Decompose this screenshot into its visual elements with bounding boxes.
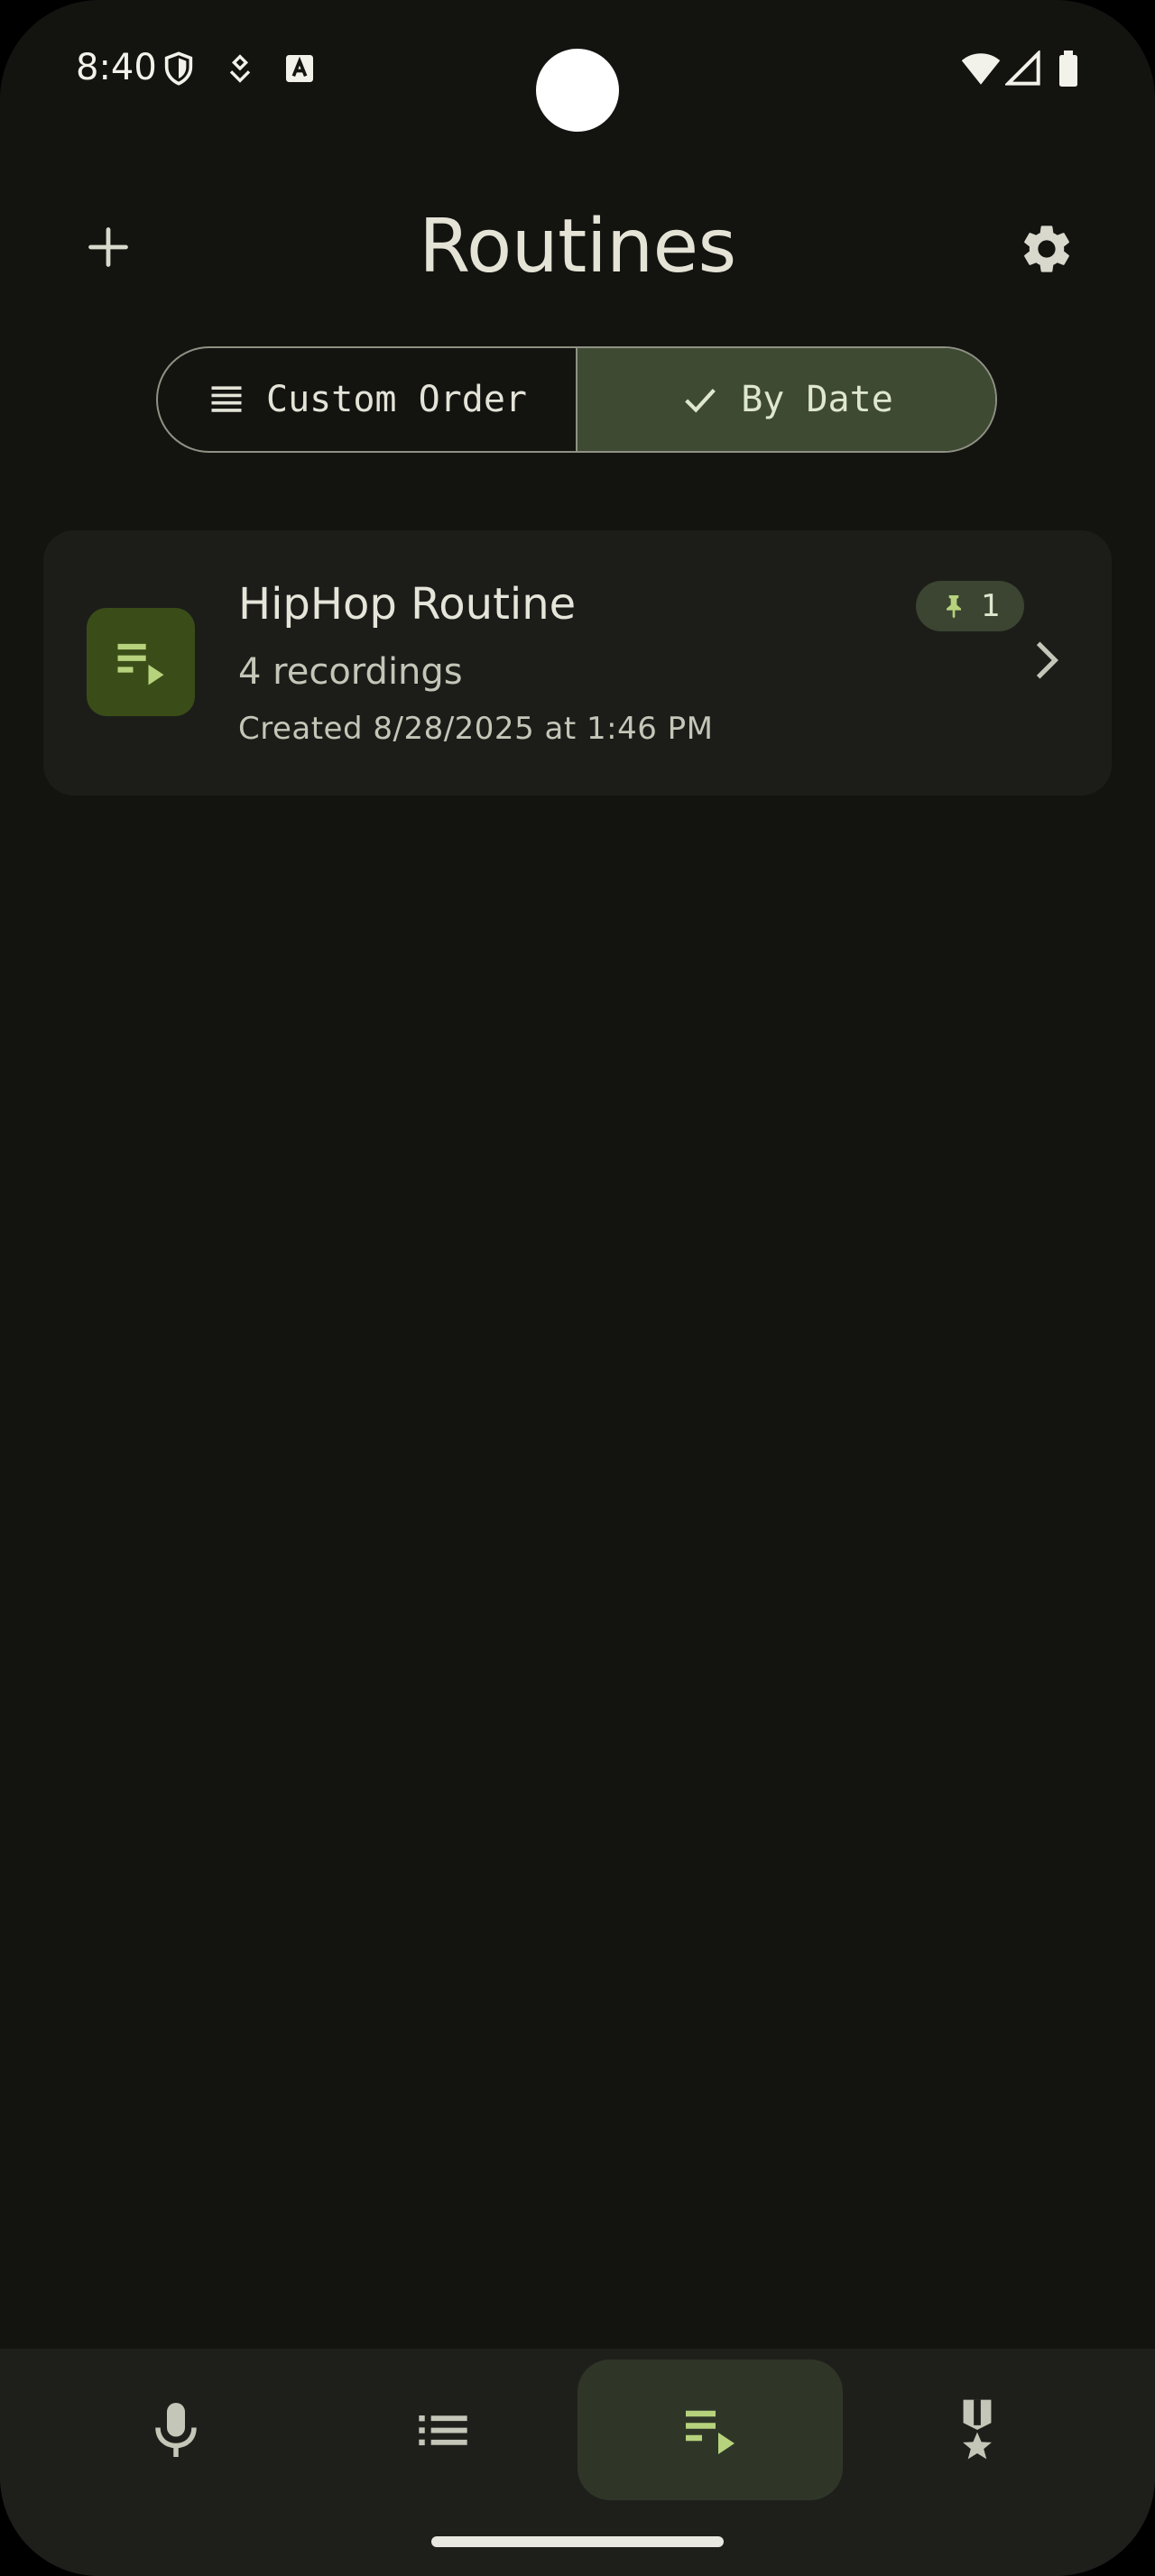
pinned-badge: 1 [916,581,1024,631]
chevron-right-icon [1036,641,1058,679]
check-icon [685,389,716,413]
nav-item-routines[interactable] [578,2360,843,2500]
routine-created-date: Created 8/28/2025 at 1:46 PM [238,711,714,747]
routine-recording-count: 4 recordings [238,651,463,693]
playlist-play-icon [686,2410,735,2454]
playlist-play-icon [117,643,164,685]
shield-icon [161,51,197,87]
sort-by-date-label: By Date [741,379,893,420]
status-bar: 8:40 [0,0,1155,135]
settings-button[interactable] [1009,211,1085,287]
gear-icon [1024,225,1069,272]
pin-icon [947,595,962,619]
battery-icon [1056,51,1081,87]
routine-card[interactable]: HipHop Routine 4 recordings Created 8/28… [43,530,1112,796]
medal-icon [963,2399,992,2460]
sort-custom-order-label: Custom Order [266,379,527,420]
cell-signal-icon [1003,49,1041,87]
microphone-icon [155,2403,197,2457]
nav-item-achievements[interactable] [845,2360,1110,2500]
pinned-count: 1 [981,588,1001,624]
sort-custom-order-button[interactable]: Custom Order [158,348,578,451]
routine-title: HipHop Routine [238,579,577,630]
wifi-icon [960,51,1002,87]
text-a-icon [282,51,318,87]
camera-cutout [536,49,619,132]
sort-by-date-button[interactable]: By Date [578,348,995,451]
header: Routines [0,180,1155,316]
routine-thumbnail [87,608,195,716]
list-lines-icon [211,386,242,412]
nav-item-list[interactable] [310,2360,576,2500]
page-title: Routines [419,204,736,290]
sort-toggle: Custom Order By Date [156,346,997,453]
screen: 8:40 Routines Custom Order By Date HipHo… [0,0,1155,2576]
location-pin-icon [222,51,258,87]
status-time: 8:40 [76,47,157,88]
list-icon [419,2415,467,2446]
nav-item-record[interactable] [43,2360,309,2500]
home-indicator[interactable] [431,2536,724,2547]
